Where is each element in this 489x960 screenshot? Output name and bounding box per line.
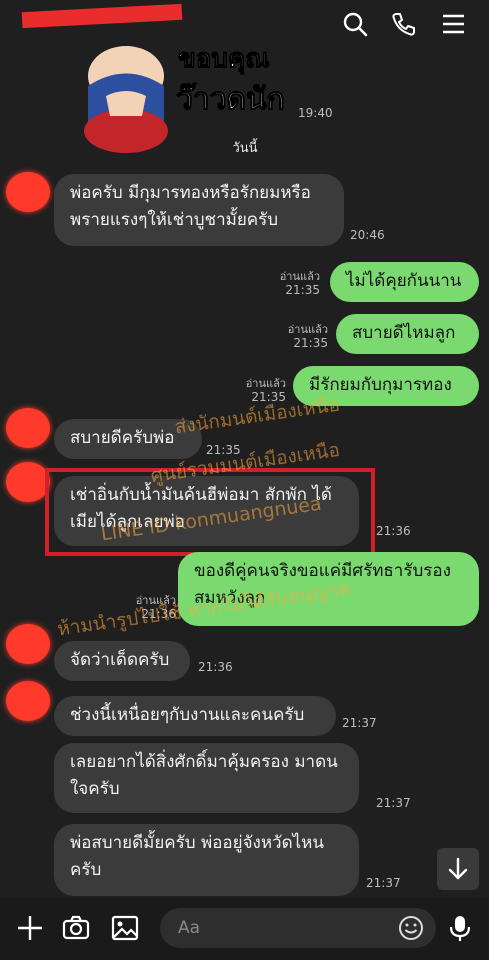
message-text: พรายแรงๆให้เช่าบูชามั้ยครับ: [70, 210, 279, 230]
incoming-message[interactable]: พ่อครับ มีกุมารทองหรือรักยมหรือ พรายแรงๆ…: [54, 174, 344, 246]
sticker-text-line1: ขอบคุณ: [177, 46, 270, 75]
message-text: มีรักยมกับกุมารทอง: [309, 375, 452, 395]
message-input-box[interactable]: [160, 908, 436, 948]
search-icon[interactable]: [341, 10, 369, 38]
incoming-message[interactable]: จัดว่าเด็ดครับ: [54, 641, 190, 681]
message-time: 21:35: [293, 336, 328, 350]
message-time: 19:40: [298, 106, 333, 120]
message-input[interactable]: [160, 908, 360, 948]
incoming-message[interactable]: ช่วงนี้เหนื่อยๆกับงานและคนครับ: [54, 696, 336, 736]
message-time: 21:36: [198, 660, 233, 674]
incoming-message[interactable]: พ่อสบายดีมั้ยครับ พ่ออยู่จังหวัดไหน ครับ: [54, 824, 359, 896]
message-time: 20:46: [350, 228, 385, 242]
outgoing-message[interactable]: ของดีคู่คนจริงขอแค่มีศรัทธารับรอง สมหวัง…: [178, 552, 479, 626]
chat-area[interactable]: ขอบคุณ ว๊าวดนัก 19:40 วันนี้ พ่อครับ มีก…: [0, 46, 489, 898]
message-time: 21:37: [366, 876, 401, 890]
avatar[interactable]: [6, 624, 50, 664]
sticker-text-line2: ว๊าวดนัก: [176, 82, 286, 118]
date-separator: วันนี้: [232, 141, 258, 156]
image-icon[interactable]: [111, 914, 139, 942]
incoming-message[interactable]: สบายดีครับพ่อ: [54, 419, 202, 459]
redacted-contact-name: [21, 3, 183, 29]
chat-header: [0, 0, 489, 46]
outgoing-message[interactable]: สบายดีไหมลูก: [336, 314, 479, 354]
scroll-down-button[interactable]: [437, 848, 479, 890]
message-text: ใจครับ: [70, 779, 120, 799]
chevron-down-icon: [448, 857, 468, 880]
camera-icon[interactable]: [62, 914, 90, 942]
message-text: ช่วงนี้เหนื่อยๆกับงานและคนครับ: [70, 705, 305, 725]
message-text: จัดว่าเด็ดครับ: [70, 650, 170, 670]
mic-icon[interactable]: [446, 914, 474, 942]
menu-icon[interactable]: [440, 10, 468, 38]
phone-icon[interactable]: [390, 10, 418, 38]
message-text: ครับ: [70, 860, 102, 880]
message-text: พ่อสบายดีมั้ยครับ พ่ออยู่จังหวัดไหน: [70, 833, 325, 853]
message-text: สบายดีไหมลูก: [352, 323, 456, 343]
message-time: 21:35: [251, 390, 286, 404]
composer-bar: [0, 898, 489, 960]
message-text: สบายดีครับพ่อ: [70, 428, 175, 448]
message-text: ไม่ได้คุยกันนาน: [346, 271, 462, 291]
highlight-box: [45, 468, 375, 556]
message-text: พ่อครับ มีกุมารทองหรือรักยมหรือ: [70, 183, 311, 203]
outgoing-message[interactable]: ไม่ได้คุยกันนาน: [330, 262, 479, 302]
message-text: ของดีคู่คนจริงขอแค่มีศรัทธารับรอง: [194, 561, 451, 581]
emoji-icon[interactable]: [398, 915, 424, 941]
message-time: 21:35: [285, 283, 320, 297]
message-text: เลยอยากได้สิ่งศักดิ์มาคุ้มครอง มาดน: [70, 752, 338, 772]
message-time: 21:35: [206, 443, 241, 457]
avatar[interactable]: [6, 681, 50, 721]
message-time: 21:37: [342, 716, 377, 730]
message-time: 21:36: [141, 607, 176, 621]
message-time: 21:37: [376, 796, 411, 810]
incoming-message[interactable]: เลยอยากได้สิ่งศักดิ์มาคุ้มครอง มาดน ใจคร…: [54, 743, 359, 813]
avatar[interactable]: [6, 408, 50, 448]
outgoing-message[interactable]: มีรักยมกับกุมารทอง: [293, 366, 479, 406]
avatar[interactable]: [6, 462, 50, 502]
avatar[interactable]: [6, 172, 50, 212]
plus-icon[interactable]: [16, 914, 44, 942]
message-text: สมหวังลูก: [194, 588, 266, 608]
message-time: 21:36: [376, 524, 411, 538]
